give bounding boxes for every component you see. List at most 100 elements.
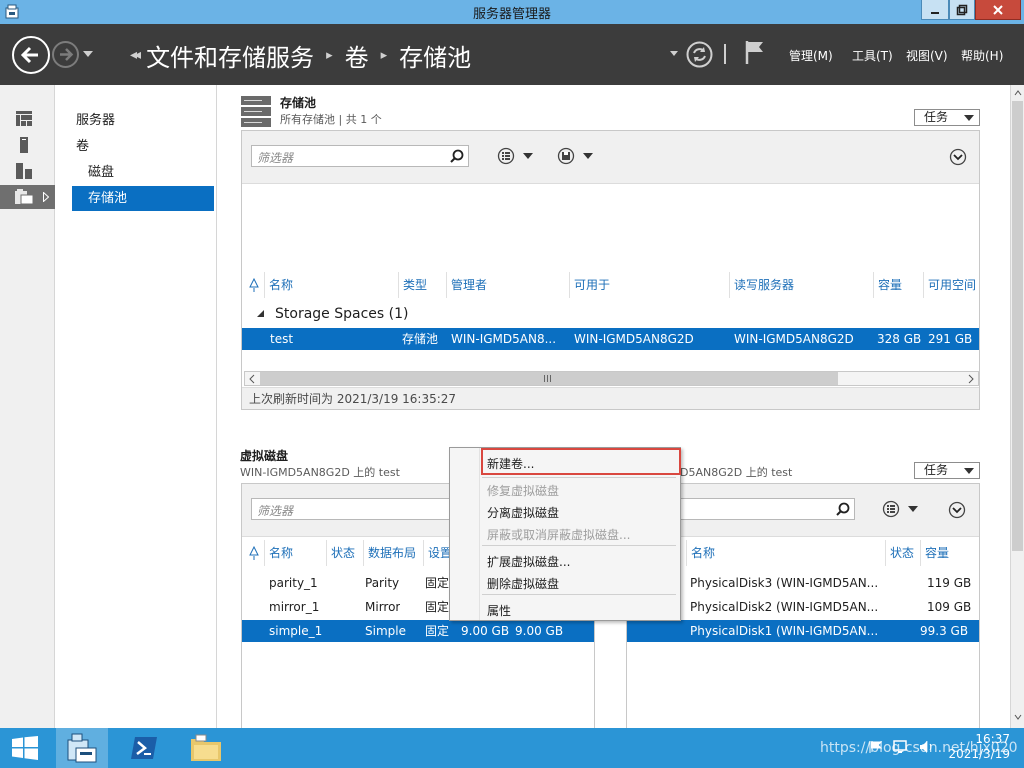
menu-repair-vdisk: 修复虚拟磁盘 [487,484,560,498]
menu-extend-vdisk[interactable]: 扩展虚拟磁盘... [487,553,570,570]
refresh-dropdown-icon[interactable] [670,51,678,57]
close-button[interactable] [975,0,1021,20]
tree-item-volumes[interactable]: 卷 [72,134,214,159]
menu-new-volume[interactable]: 新建卷... [487,455,534,472]
taskbar-powershell[interactable] [118,728,170,768]
list-view-icon[interactable] [882,500,922,518]
list-view-icon[interactable] [497,147,537,165]
scroll-thumb[interactable] [1012,101,1023,551]
table-row[interactable]: test 存储池 WIN-IGMD5AN8... WIN-IGMD5AN8G2D… [242,328,979,350]
warning-column-icon[interactable] [249,278,259,292]
pools-section-title: 存储池 [280,96,317,110]
col-free-space[interactable]: 可用空间 [923,272,981,298]
breadcrumb-volumes[interactable]: 卷 [345,38,369,73]
breadcrumb-separator-icon: ▸ [380,47,388,63]
scroll-left-icon[interactable] [248,374,256,384]
forward-button[interactable] [52,41,79,68]
breadcrumb-file-storage[interactable]: 文件和存储服务 [146,38,314,73]
col-capacity[interactable]: 容量 [920,540,975,566]
save-query-icon[interactable] [557,147,597,165]
pools-group-header[interactable]: Storage Spaces (1) [275,306,408,322]
menu-view[interactable]: 视图(V) [906,47,948,64]
notifications-flag-icon[interactable] [744,39,766,65]
start-button[interactable] [0,728,52,768]
title-bar: 服务器管理器 [0,0,1024,24]
minimize-button[interactable] [921,0,949,20]
scroll-up-icon[interactable] [1014,88,1022,98]
history-dropdown-icon[interactable] [83,50,93,58]
pools-filter-placeholder: 筛选器 [257,151,294,165]
rail-dashboard[interactable] [0,107,55,131]
pools-tasks-button[interactable]: 任务 [914,109,980,126]
col-status[interactable]: 状态 [885,540,920,566]
col-name[interactable]: 名称 [264,540,326,566]
breadcrumb-separator-icon: ▸ [326,47,333,63]
collapse-toggle-icon[interactable] [949,148,967,166]
scroll-thumb[interactable] [260,372,838,385]
menu-mask-vdisk: 屏蔽或取消屏蔽虚拟磁盘... [487,528,631,542]
rail-local-server[interactable] [0,133,55,157]
menu-help[interactable]: 帮助(H) [961,47,1003,64]
scroll-right-icon[interactable] [967,374,975,384]
search-icon[interactable] [836,502,850,516]
left-rail [0,85,55,728]
pool-capacity: 328 GB [877,332,922,346]
col-status[interactable]: 状态 [326,540,363,566]
vdisks-filter-placeholder: 筛选器 [257,504,294,518]
main-vertical-scrollbar[interactable] [1010,85,1024,728]
menu-properties[interactable]: 属性 [487,602,511,619]
vdisks-section-title: 虚拟磁盘 [240,449,289,463]
pdisk-capacity: 99.3 GB [920,624,969,638]
table-row[interactable]: simple_1 Simple 固定 9.00 GB 9.00 GB [242,620,594,642]
rail-all-servers[interactable] [0,159,55,183]
search-icon[interactable] [450,149,464,163]
pdisks-section-subtitle: D5AN8G2D 上的 test [680,466,793,479]
menu-delete-vdisk[interactable]: 删除虚拟磁盘 [487,575,559,592]
menu-manage[interactable]: 管理(M) [789,47,833,64]
arrow-right-icon [60,48,74,61]
table-row[interactable]: PhysicalDisk1 (WIN-IGMD5AN... 99.3 GB [627,620,979,642]
col-available-to[interactable]: 可用于 [569,272,729,298]
tree-item-storage-pools[interactable]: 存储池 [72,186,214,211]
vdisk-layout: Parity [365,576,400,590]
group-collapse-icon[interactable] [256,307,265,321]
col-name[interactable]: 名称 [264,272,398,298]
col-capacity[interactable]: 容量 [873,272,923,298]
refresh-icon[interactable] [686,41,713,68]
col-manager[interactable]: 管理者 [446,272,569,298]
rail-file-storage[interactable] [0,185,55,209]
pool-name: test [270,332,294,346]
taskbar-server-manager[interactable] [56,728,108,768]
col-layout[interactable]: 数据布局 [363,540,423,566]
pools-filter-input[interactable]: 筛选器 [251,145,469,167]
main-content: 存储池 所有存储池 | 共 1 个 任务 筛选器 名称 类型 管理者 可用于 读… [218,85,1010,728]
vdisk-capacity: 9.00 GB [461,624,510,638]
taskbar-file-explorer[interactable] [180,728,232,768]
tree-item-servers[interactable]: 服务器 [72,108,214,133]
pools-panel: 筛选器 名称 类型 管理者 可用于 读写服务器 容量 可用空间 Storage … [241,130,980,410]
vdisk-name: parity_1 [269,576,318,590]
scroll-down-icon[interactable] [1014,712,1022,722]
back-button[interactable] [12,36,50,74]
pdisk-capacity: 109 GB [927,600,972,614]
menu-gutter [479,448,480,620]
menu-tools[interactable]: 工具(T) [852,47,893,64]
restore-button[interactable] [949,0,975,20]
chevron-down-icon [964,468,974,474]
collapse-toggle-icon[interactable] [948,501,966,519]
watermark: https://blog.csdn.net/hjx020 [820,740,1018,756]
warning-column-icon[interactable] [249,546,259,560]
folder-icon [191,734,221,761]
col-rw-server[interactable]: 读写服务器 [729,272,873,298]
menu-detach-vdisk[interactable]: 分离虚拟磁盘 [487,504,559,521]
pdisks-tasks-button[interactable]: 任务 [914,462,980,479]
expand-arrow-icon[interactable] [43,192,49,202]
file-storage-icon [15,189,34,205]
tree-item-disks[interactable]: 磁盘 [72,160,214,185]
pools-tasks-label: 任务 [924,110,949,124]
breadcrumb-overflow-icon[interactable]: ◂◂ [130,47,141,63]
pools-last-refresh: 上次刷新时间为 2021/3/19 16:35:27 [242,387,979,409]
col-name[interactable]: 名称 [686,540,885,566]
col-type[interactable]: 类型 [398,272,446,298]
pools-horizontal-scrollbar[interactable] [244,371,979,386]
